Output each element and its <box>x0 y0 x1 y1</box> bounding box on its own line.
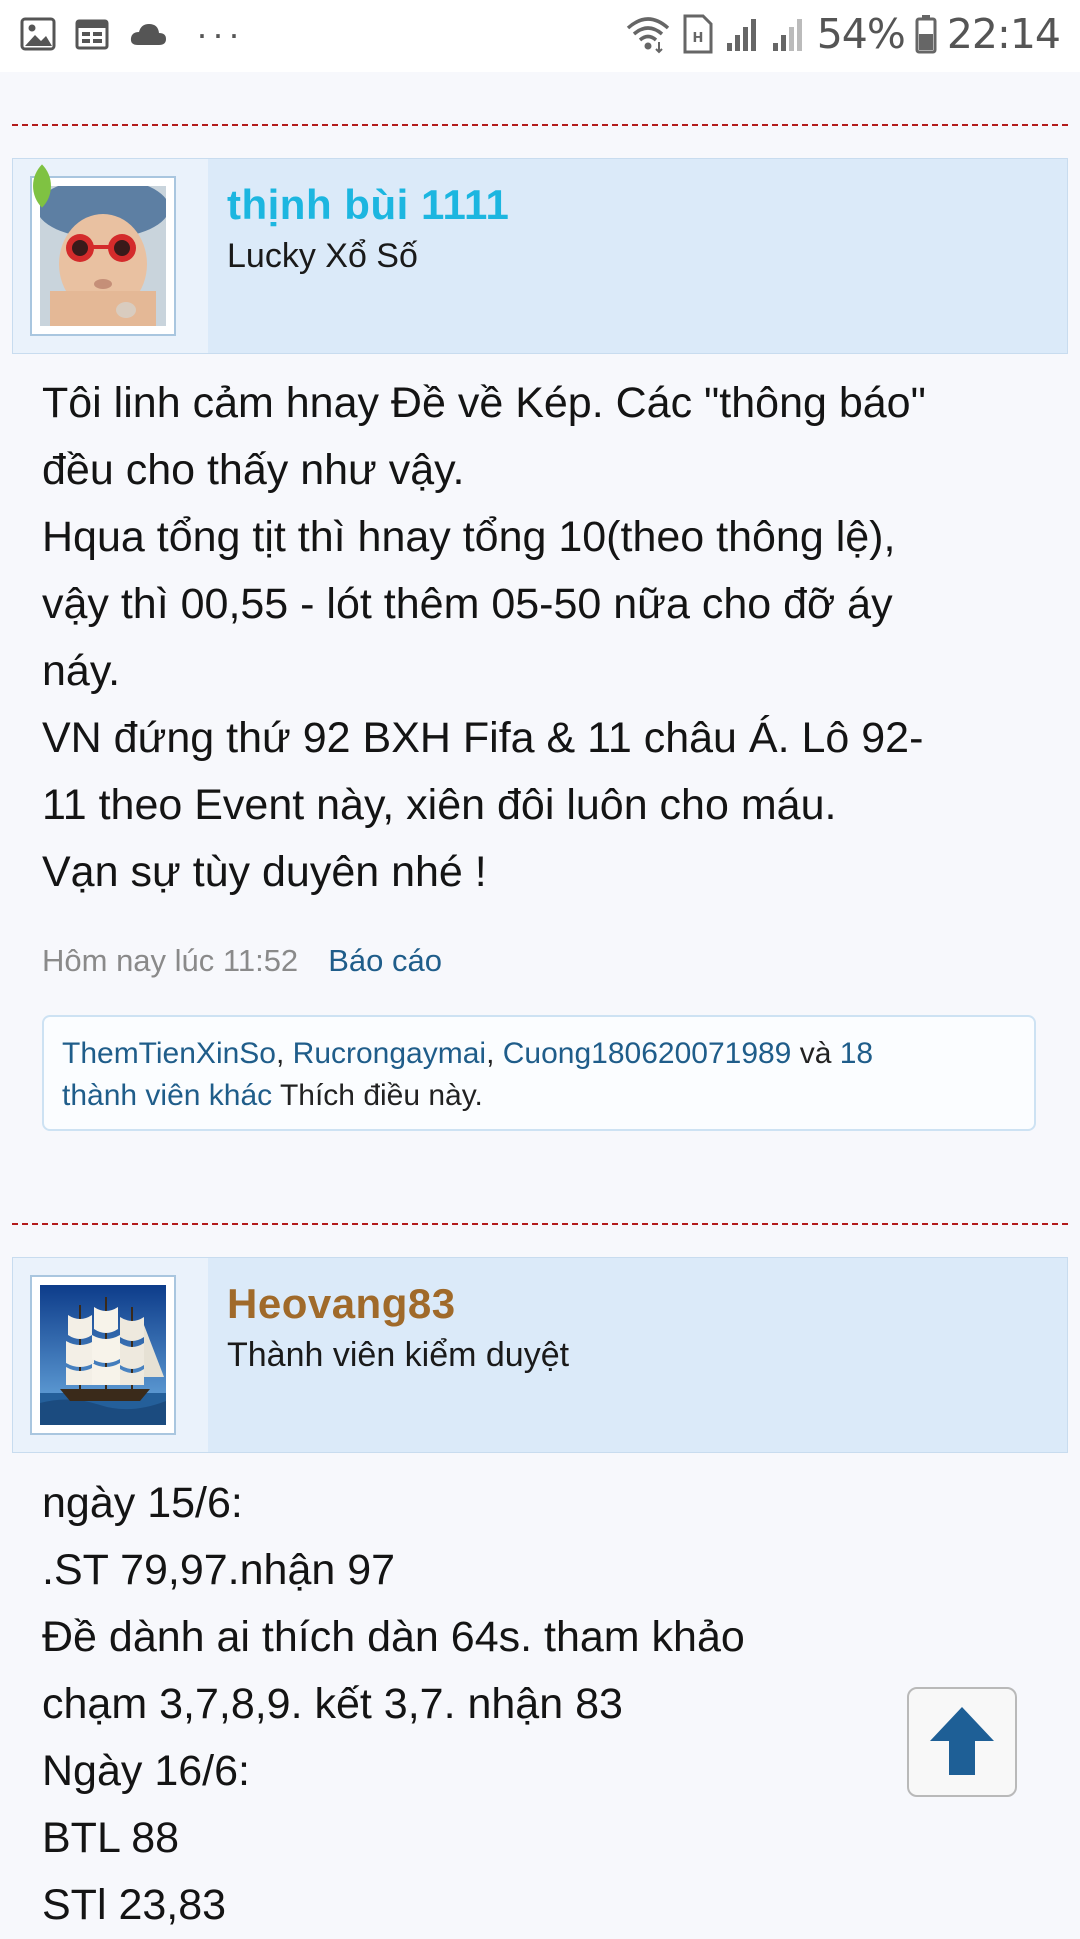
other-likers-link[interactable]: thành viên khác <box>62 1079 272 1112</box>
avatar[interactable] <box>30 176 176 336</box>
liker-link[interactable]: ThemTienXinSo <box>62 1037 276 1070</box>
post-header: thịnh bùi 1111 Lucky Xổ Số <box>12 158 1068 354</box>
user-title: Thành viên kiểm duyệt <box>227 1336 570 1374</box>
post-line: vậy thì 00,55 - lót thêm 05-50 nữa cho đ… <box>42 580 893 628</box>
post-line: đều cho thấy như vậy. <box>42 446 465 494</box>
post-divider <box>12 124 1068 126</box>
post-line: 11 theo Event này, xiên đôi luôn cho máu… <box>42 781 837 829</box>
wifi-icon <box>626 17 669 54</box>
status-bar: ··· H 54% 22:14 <box>0 0 1080 72</box>
separator: , <box>275 1037 293 1070</box>
post-line: chạm 3,7,8,9. kết 3,7. nhận 83 <box>42 1680 623 1728</box>
sim-icon: H <box>683 14 713 54</box>
post-line: Hqua tổng tịt thì hnay tổng 10(theo thôn… <box>42 513 896 561</box>
post-line: STl 23,83 <box>42 1881 227 1929</box>
arrow-up-icon <box>930 1707 994 1775</box>
signal-2-icon <box>772 19 802 51</box>
other-likers-count-link[interactable]: 18 <box>840 1037 873 1070</box>
liker-link[interactable]: Rucrongaymai <box>293 1037 486 1070</box>
cloud-icon <box>130 24 166 45</box>
calendar-icon <box>75 19 109 50</box>
sailing-ship-avatar-image <box>40 1285 166 1425</box>
battery-percent: 54% <box>816 10 906 58</box>
scroll-to-top-button[interactable] <box>907 1687 1017 1797</box>
svg-text:H: H <box>692 31 703 46</box>
username[interactable]: thịnh bùi 1111 <box>227 181 509 229</box>
post-line: Tôi linh cảm hnay Đề về Kép. Các "thông … <box>42 379 926 427</box>
post-line: Ngày 16/6: <box>42 1747 250 1795</box>
post-line: VN đứng thứ 92 BXH Fifa & 11 châu Á. Lô … <box>42 714 924 762</box>
post-line: Vạn sự tùy duyên nhé ! <box>42 848 487 896</box>
post-content: ngày 15/6: .ST 79,97.nhận 97 Đề dành ai … <box>42 1470 1042 1939</box>
avatar-column <box>13 1258 208 1452</box>
likes-summary: ThemTienXinSo, Rucrongaymai, Cuong180620… <box>42 1015 1036 1131</box>
post-line: BTL 88 <box>42 1814 180 1862</box>
avatar[interactable] <box>30 1275 176 1435</box>
username[interactable]: Heovang83 <box>227 1280 456 1328</box>
signal-1-icon <box>726 19 756 51</box>
report-link[interactable]: Báo cáo <box>328 943 442 979</box>
post-line: ngày 15/6: <box>42 1479 243 1527</box>
post-line: náy. <box>42 647 121 695</box>
avatar-column <box>13 159 208 353</box>
baby-sunglasses-avatar-image <box>40 186 166 326</box>
image-icon <box>20 17 56 51</box>
separator: , <box>486 1037 503 1070</box>
user-title: Lucky Xổ Số <box>227 237 418 275</box>
post-meta: Hôm nay lúc 11:52 Báo cáo <box>42 943 442 979</box>
battery-icon <box>915 15 937 54</box>
liker-link[interactable]: Cuong180620071989 <box>503 1037 792 1070</box>
post-line: Đề dành ai thích dàn 64s. tham khảo <box>42 1613 745 1661</box>
post-line: .ST 79,97.nhận 97 <box>42 1546 396 1594</box>
post-timestamp[interactable]: Hôm nay lúc 11:52 <box>42 943 298 979</box>
post-divider <box>12 1223 1068 1225</box>
more-notifications-icon: ··· <box>196 13 244 54</box>
and-text: và <box>791 1037 840 1070</box>
clock: 22:14 <box>946 10 1061 58</box>
post-header: Heovang83 Thành viên kiểm duyệt <box>12 1257 1068 1453</box>
post-content: Tôi linh cảm hnay Đề về Kép. Các "thông … <box>42 370 1042 906</box>
likes-suffix: Thích điều này. <box>272 1079 483 1112</box>
